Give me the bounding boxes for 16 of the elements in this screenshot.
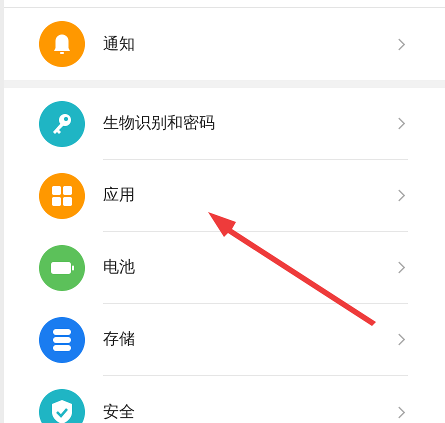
chevron-icon <box>397 332 406 347</box>
chevron-icon <box>397 36 406 52</box>
chevron-icon <box>397 116 406 131</box>
item-label: 电池 <box>103 257 135 278</box>
item-label: 生物识别和密码 <box>103 113 215 134</box>
settings-item[interactable]: 通知 <box>4 8 445 80</box>
chevron-icon <box>397 404 406 420</box>
item-label: 存储 <box>103 329 135 350</box>
item-label: 应用 <box>103 185 135 206</box>
settings-item[interactable]: 存储 <box>4 304 445 376</box>
chevron-icon <box>397 188 406 203</box>
settings-item[interactable]: 安全 <box>4 376 445 423</box>
item-label: 通知 <box>103 34 135 54</box>
settings-item[interactable]: 生物识别和密码 <box>4 88 445 160</box>
chevron-icon <box>397 260 406 275</box>
item-label: 安全 <box>103 402 135 422</box>
